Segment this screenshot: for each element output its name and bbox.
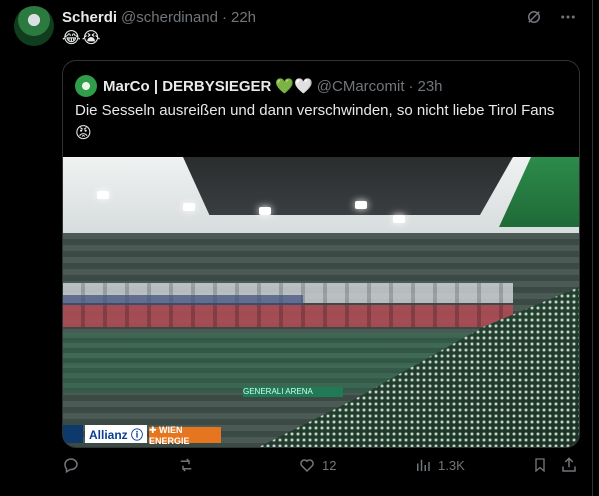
avatar[interactable] (14, 6, 54, 46)
quoted-post-emoji: 😡 (75, 125, 92, 142)
bookmark-icon (532, 456, 548, 474)
quoted-avatar (75, 75, 97, 97)
grok-icon[interactable] (525, 8, 543, 26)
post-top-icons (525, 8, 577, 26)
quoted-post[interactable]: MarCo | DERBYSIEGER 💚🤍 @CMarcomit · 23h … (62, 60, 580, 448)
share-icon (560, 456, 578, 474)
timeline-border (592, 0, 593, 496)
post-actions: 12 1.3K (62, 456, 582, 480)
post-time[interactable]: 22h (231, 9, 256, 26)
quoted-post-text: Die Sesseln ausreißen und dann verschwin… (75, 102, 555, 119)
repost-icon (176, 456, 196, 474)
floodlight (183, 203, 195, 211)
views-count: 1.3K (438, 457, 465, 473)
quoted-author-name: MarCo | DERBYSIEGER (103, 77, 272, 95)
like-button[interactable]: 12 (298, 456, 336, 474)
quoted-author-badges: 💚🤍 (275, 78, 313, 95)
more-icon[interactable] (559, 8, 577, 26)
quoted-time: 23h (417, 77, 443, 95)
reply-icon (62, 456, 80, 474)
share-button[interactable] (560, 456, 578, 474)
separator-dot: · (221, 8, 227, 26)
quoted-post-header: MarCo | DERBYSIEGER 💚🤍 @CMarcomit · 23h (75, 75, 443, 97)
reply-button[interactable] (62, 456, 86, 474)
post-header: Scherdi @scherdinand · 22h (62, 7, 256, 27)
seat-band-red (63, 305, 513, 327)
green-banner: GENERALI ARENA (243, 387, 343, 397)
post-text: 😂😭 (62, 30, 102, 47)
roof-structure (183, 157, 513, 215)
author-name[interactable]: Scherdi (62, 9, 117, 26)
repost-button[interactable] (176, 456, 202, 474)
like-icon (298, 456, 316, 474)
ad-board (63, 425, 83, 443)
floodlight (259, 207, 271, 215)
wien-energie-ad: ✚ WIEN ENERGIE (149, 425, 221, 446)
seat-band-blue (63, 295, 303, 305)
allianz-ad: Allianz ⓘ (85, 425, 147, 443)
bookmark-button[interactable] (532, 456, 548, 474)
floodlight (355, 201, 367, 209)
views-button[interactable]: 1.3K (414, 456, 465, 474)
views-icon (414, 456, 432, 474)
like-count: 12 (322, 457, 337, 473)
author-handle[interactable]: @scherdinand (121, 9, 218, 26)
separator-dot: · (408, 77, 414, 95)
stadium-photo[interactable]: GENERALI ARENA Allianz ⓘ ✚ WIEN ENERGIE (63, 157, 579, 447)
quoted-author-handle: @CMarcomit (316, 77, 405, 95)
floodlight (393, 215, 405, 223)
floodlight (97, 191, 109, 199)
